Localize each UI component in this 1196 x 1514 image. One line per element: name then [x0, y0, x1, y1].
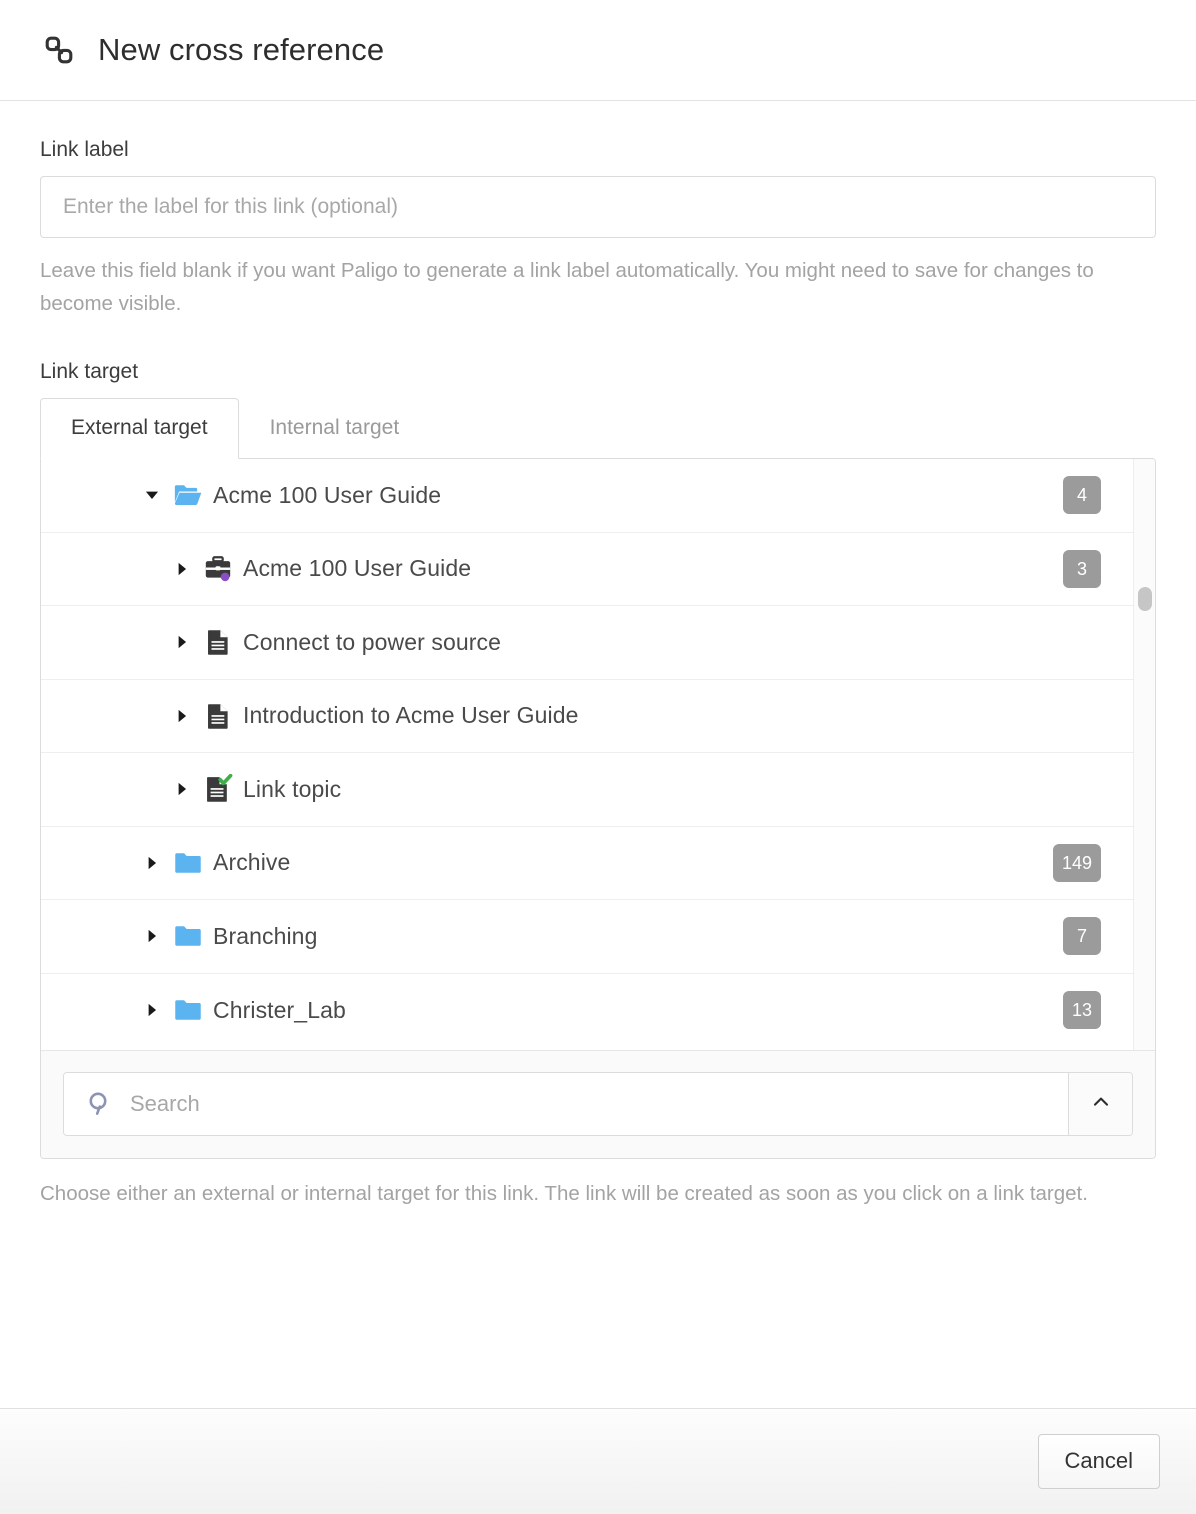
link-target-tabs: External target Internal target	[40, 397, 1156, 460]
tree-row-count-badge: 149	[1052, 843, 1101, 882]
caret-right-icon[interactable]	[141, 1001, 163, 1019]
tree-row-count-badge: 3	[1063, 549, 1101, 588]
link-label-input[interactable]	[40, 176, 1156, 239]
tree-row-label: Christer_Lab	[213, 996, 346, 1023]
tree-row-label: Acme 100 User Guide	[213, 481, 442, 508]
tree-row-label: Branching	[213, 922, 318, 949]
document-check-icon	[203, 774, 233, 804]
tree-row-count-badge: 4	[1063, 476, 1101, 515]
tree-row-label: Introduction to Acme User Guide	[243, 702, 579, 729]
dialog-footer: Cancel	[0, 1408, 1196, 1514]
tree-search-area	[41, 1051, 1155, 1159]
caret-right-icon[interactable]	[171, 707, 193, 725]
caret-right-icon[interactable]	[171, 560, 193, 578]
search-wrapper	[63, 1072, 1133, 1137]
tree-row[interactable]: Introduction to Acme User Guide	[41, 679, 1155, 754]
link-target-label: Link target	[40, 359, 139, 383]
tree-row-label: Acme 100 User Guide	[243, 555, 472, 582]
chain-link-icon	[42, 33, 76, 67]
search-input[interactable]	[128, 1073, 1068, 1136]
link-target-panel: Acme 100 User Guide 4 Acme 100 User Guid…	[40, 458, 1156, 1160]
tree-row[interactable]: Branching 7	[41, 900, 1155, 974]
document-icon	[203, 627, 233, 657]
tab-internal-target[interactable]: Internal target	[239, 398, 431, 459]
search-icon	[86, 1090, 114, 1118]
tree-row-count-badge: 13	[1062, 991, 1101, 1030]
folder-icon	[173, 848, 203, 878]
search-field[interactable]	[64, 1073, 1068, 1136]
caret-right-icon[interactable]	[171, 633, 193, 651]
caret-down-icon[interactable]	[141, 486, 163, 504]
target-tree: Acme 100 User Guide 4 Acme 100 User Guid…	[41, 459, 1155, 1048]
tab-external-target[interactable]: External target	[40, 397, 239, 460]
tree-row[interactable]: Link topic	[41, 753, 1155, 827]
link-label-label: Link label	[40, 138, 129, 161]
caret-right-icon[interactable]	[141, 927, 163, 945]
folder-icon	[173, 995, 203, 1025]
collapse-tree-button[interactable]	[1068, 1073, 1132, 1136]
caret-right-icon[interactable]	[171, 780, 193, 798]
link-target-helper-text: Choose either an external or internal ta…	[40, 1182, 1088, 1206]
new-cross-reference-dialog: New cross reference Link label Leave thi…	[0, 0, 1196, 1514]
chevron-up-icon	[1090, 1091, 1112, 1118]
tree-row[interactable]: Christer_Lab 13	[41, 973, 1155, 1048]
tree-scrollbar-thumb[interactable]	[1138, 587, 1152, 612]
tree-row[interactable]: Acme 100 User Guide 3	[41, 532, 1155, 607]
tree-row-count-badge: 7	[1063, 917, 1101, 956]
dialog-header: New cross reference	[0, 0, 1196, 101]
publication-briefcase-icon	[203, 554, 233, 584]
tree-row[interactable]: Acme 100 User Guide 4	[41, 459, 1155, 533]
tree-row-label: Link topic	[243, 775, 342, 802]
folder-icon	[173, 921, 203, 951]
tree-row-label: Connect to power source	[243, 628, 501, 655]
folder-open-icon	[173, 480, 203, 510]
tree-scroll-region: Acme 100 User Guide 4 Acme 100 User Guid…	[41, 459, 1155, 1052]
tree-scrollbar[interactable]	[1133, 459, 1155, 1051]
tree-row-label: Archive	[213, 849, 291, 876]
dialog-body: Link label Leave this field blank if you…	[0, 101, 1196, 1408]
document-icon	[203, 701, 233, 731]
link-label-helper-text: Leave this field blank if you want Palig…	[40, 259, 1094, 316]
tree-row[interactable]: Connect to power source	[41, 606, 1155, 680]
tree-row[interactable]: Archive 149	[41, 826, 1155, 901]
page-title: New cross reference	[98, 32, 385, 67]
caret-right-icon[interactable]	[141, 854, 163, 872]
cancel-button[interactable]: Cancel	[1037, 1434, 1160, 1489]
